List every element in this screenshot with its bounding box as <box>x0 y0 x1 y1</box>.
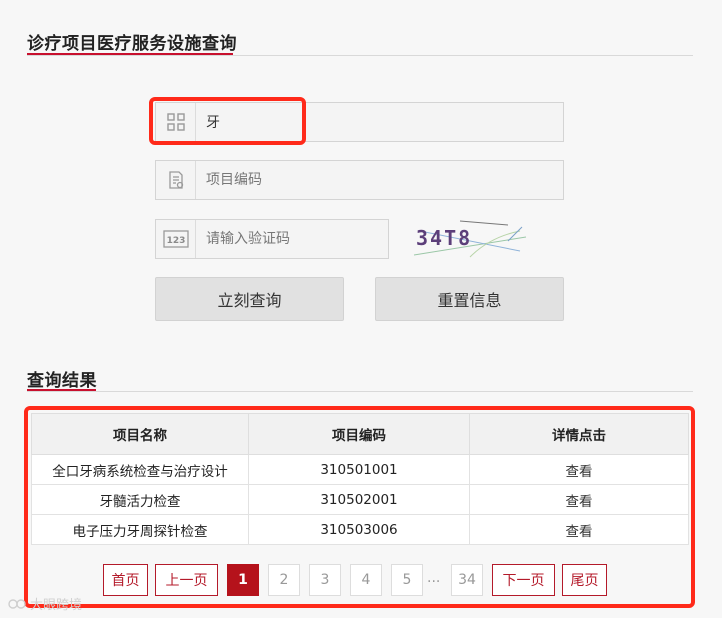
watermark-text: 大眼跨境 <box>30 598 83 613</box>
search-section-title: 诊疗项目医疗服务设施查询 <box>27 34 237 54</box>
results-highlight-box <box>24 406 695 608</box>
keyword-highlight-box <box>149 97 306 145</box>
document-icon <box>156 161 196 199</box>
svg-text:123: 123 <box>166 236 185 246</box>
code-input[interactable] <box>196 161 563 199</box>
captcha-image[interactable]: 34T8 <box>410 217 530 259</box>
watermark: 大眼跨境 <box>8 594 82 613</box>
captcha-text: 34T8 <box>416 226 472 250</box>
reset-button[interactable]: 重置信息 <box>375 277 564 321</box>
results-section-title: 查询结果 <box>27 371 97 391</box>
captcha-field: 123 <box>155 219 389 259</box>
code-field <box>155 160 564 200</box>
watermark-logo-icon <box>8 598 26 609</box>
query-button[interactable]: 立刻查询 <box>155 277 344 321</box>
search-title-rule <box>27 55 693 56</box>
number-123-icon: 123 <box>156 220 196 258</box>
captcha-input[interactable] <box>196 220 388 258</box>
results-title-rule <box>27 391 693 392</box>
